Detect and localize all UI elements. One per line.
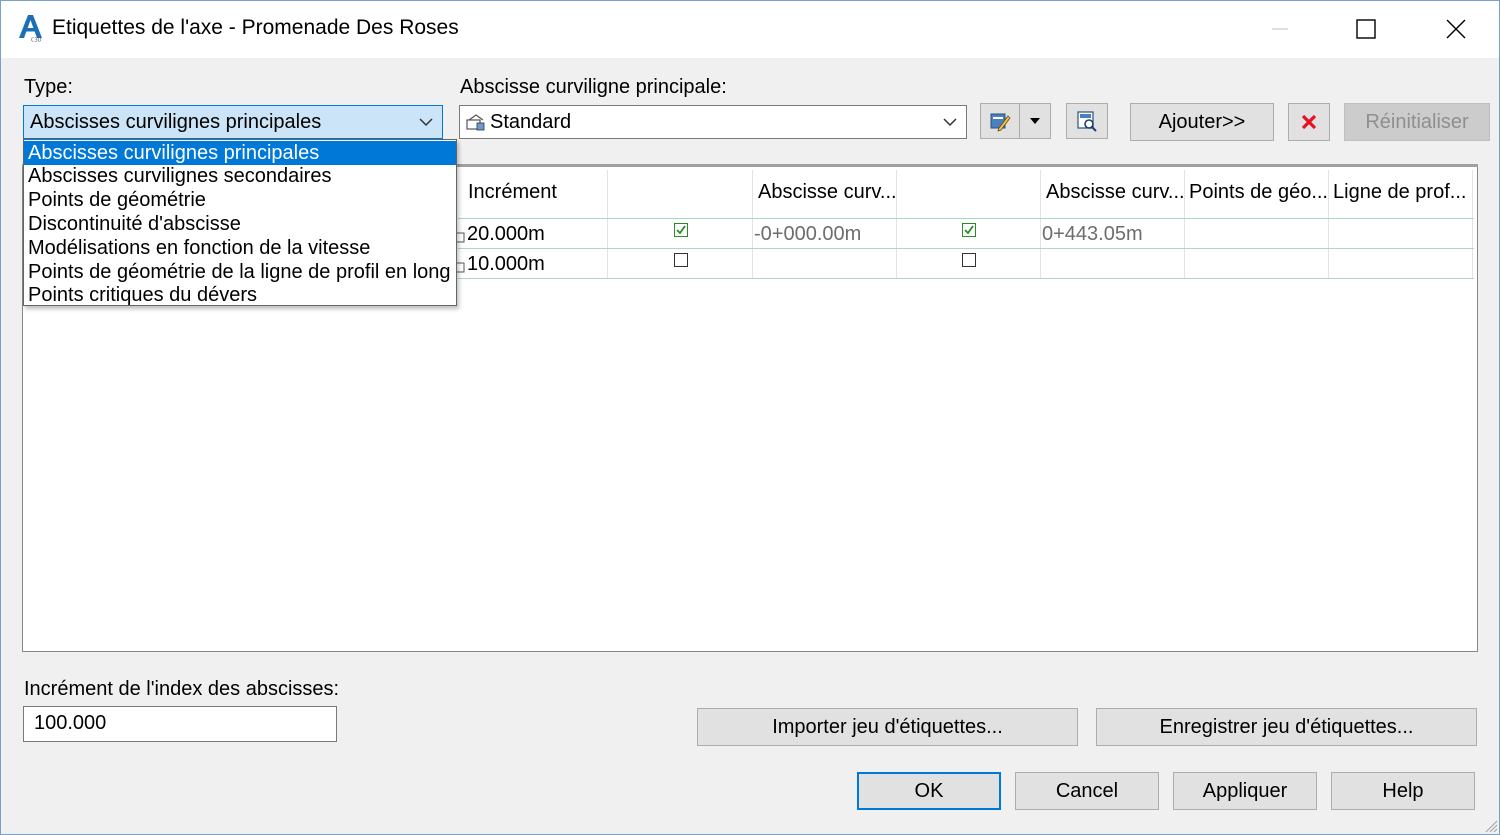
resize-grip-icon[interactable]: [1482, 817, 1498, 833]
add-button[interactable]: Ajouter>>: [1130, 103, 1274, 141]
grid-row-line: [458, 248, 1474, 249]
row-start-checkbox[interactable]: [674, 223, 688, 237]
row-increment[interactable]: 10.000m: [467, 253, 545, 276]
type-option[interactable]: Abscisses curvilignes principales: [24, 141, 456, 165]
column-header-end-station[interactable]: Abscisse curv...: [1046, 170, 1185, 214]
type-option[interactable]: Abscisses curvilignes secondaires: [24, 164, 456, 188]
delete-x-icon: [1301, 114, 1317, 130]
autocad-civil-icon: C3D: [16, 12, 44, 44]
type-dropdown-list: Abscisses curvilignes principales Abscis…: [23, 139, 457, 306]
edit-style-dropdown-button[interactable]: [1019, 103, 1051, 139]
type-selected-value: Abscisses curvilignes principales: [30, 111, 322, 133]
type-label: Type:: [24, 76, 73, 98]
style-combobox[interactable]: Standard: [459, 105, 967, 139]
minimize-button[interactable]: [1234, 0, 1326, 58]
index-increment-value: 100.000: [34, 712, 107, 734]
ok-button[interactable]: OK: [857, 772, 1001, 810]
style-label: Abscisse curviligne principale:: [460, 76, 727, 98]
chevron-down-icon: [419, 118, 433, 127]
column-header-profile-line[interactable]: Ligne de prof...: [1333, 170, 1466, 214]
column-header-geometry-points[interactable]: Points de géo...: [1189, 170, 1328, 214]
grid-col-separator: [752, 170, 753, 278]
row-end-station[interactable]: 0+443.05m: [1042, 223, 1143, 246]
style-selected-value: Standard: [490, 111, 572, 133]
index-increment-label: Incrément de l'index des abscisses:: [24, 678, 340, 700]
type-option[interactable]: Points de géométrie: [24, 188, 456, 212]
grid-row-line: [458, 218, 1474, 219]
row-start-checkbox[interactable]: [674, 253, 688, 267]
column-header-increment[interactable]: Incrément: [468, 170, 557, 214]
delete-button[interactable]: [1288, 103, 1330, 141]
grid-col-separator: [607, 170, 608, 278]
grid-col-separator: [1040, 170, 1041, 278]
style-icon: [466, 114, 485, 131]
svg-text:C3D: C3D: [31, 38, 42, 43]
checkmark-icon: [676, 225, 686, 235]
close-icon: [1446, 19, 1466, 39]
column-header-start-station[interactable]: Abscisse curv...: [758, 170, 897, 214]
chevron-down-icon: [943, 118, 957, 127]
minimize-icon: [1272, 28, 1288, 30]
type-combobox[interactable]: Abscisses curvilignes principales: [23, 105, 443, 139]
caret-down-icon: [1030, 118, 1040, 124]
maximize-icon: [1356, 19, 1376, 39]
cancel-button[interactable]: Cancel: [1015, 772, 1159, 810]
grid-col-separator: [1328, 170, 1329, 278]
type-option[interactable]: Points critiques du dévers: [24, 283, 456, 307]
edit-pencil-icon: [990, 113, 1011, 132]
reset-button: Réinitialiser: [1344, 103, 1490, 141]
row-end-checkbox[interactable]: [962, 253, 976, 267]
window-title: Etiquettes de l'axe - Promenade Des Rose…: [52, 16, 459, 39]
grid-row-line: [458, 278, 1474, 279]
index-increment-input[interactable]: 100.000: [23, 706, 337, 742]
import-label-set-button[interactable]: Importer jeu d'étiquettes...: [697, 708, 1078, 746]
type-option[interactable]: Points de géométrie de la ligne de profi…: [24, 260, 456, 284]
row-end-checkbox[interactable]: [962, 223, 976, 237]
save-label-set-button[interactable]: Enregistrer jeu d'étiquettes...: [1096, 708, 1477, 746]
edit-style-button[interactable]: [980, 103, 1020, 139]
row-start-station[interactable]: -0+000.00m: [754, 223, 861, 246]
type-option[interactable]: Discontinuité d'abscisse: [24, 212, 456, 236]
preview-magnifier-icon: [1077, 111, 1097, 132]
row-increment[interactable]: 20.000m: [467, 223, 545, 246]
type-option[interactable]: Modélisations en fonction de la vitesse: [24, 236, 456, 260]
help-button[interactable]: Help: [1331, 772, 1475, 810]
checkmark-icon: [964, 225, 974, 235]
maximize-button[interactable]: [1320, 0, 1412, 58]
grid-col-separator: [1472, 170, 1473, 278]
preview-style-button[interactable]: [1066, 103, 1108, 139]
apply-button[interactable]: Appliquer: [1173, 772, 1317, 810]
close-button[interactable]: [1410, 0, 1500, 58]
